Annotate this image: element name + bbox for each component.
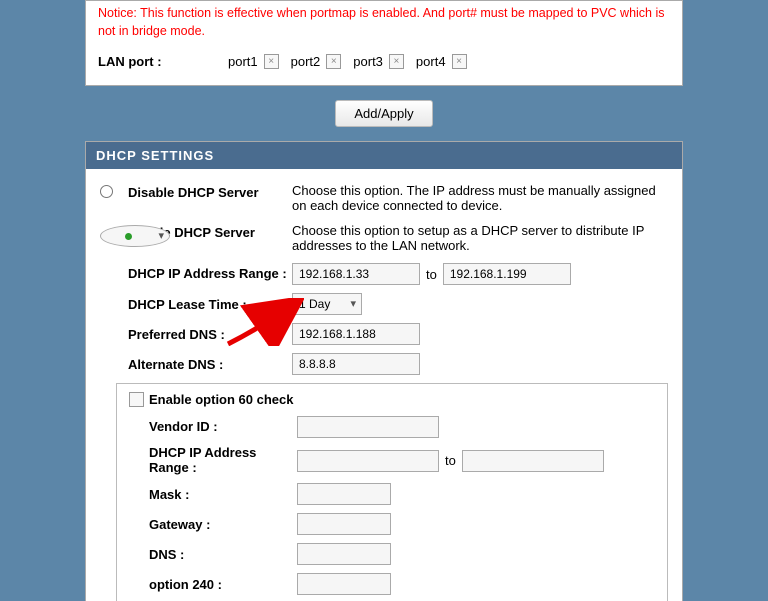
dns-label: DNS : [149, 547, 297, 563]
enable-dhcp-desc: Choose this option to setup as a DHCP se… [292, 223, 668, 253]
option240-input[interactable] [297, 573, 391, 595]
port4-label: port4 [416, 54, 446, 69]
vendor-id-label: Vendor ID : [149, 419, 297, 435]
mask-label: Mask : [149, 487, 297, 503]
add-apply-button[interactable]: Add/Apply [335, 100, 432, 127]
to-text-1: to [426, 267, 437, 282]
opt60-range-from-input[interactable] [297, 450, 439, 472]
opt60-range-label: DHCP IP Address Range : [149, 446, 297, 476]
ip-range-from-input[interactable] [292, 263, 420, 285]
ip-range-to-input[interactable] [443, 263, 571, 285]
option60-checkbox[interactable] [129, 392, 144, 407]
disable-dhcp-label: Disable DHCP Server [128, 183, 292, 200]
option60-label: Enable option 60 check [149, 392, 297, 408]
port1-label: port1 [228, 54, 258, 69]
lease-time-label: DHCP Lease Time : [128, 297, 292, 312]
disable-dhcp-desc: Choose this option. The IP address must … [292, 183, 668, 213]
preferred-dns-label: Preferred DNS : [128, 327, 292, 342]
port4-checkbox[interactable]: × [452, 54, 467, 69]
option240-label: option 240 : [149, 577, 297, 593]
alternate-dns-input[interactable] [292, 353, 420, 375]
opt60-range-to-input[interactable] [462, 450, 604, 472]
gateway-input[interactable] [297, 513, 391, 535]
lease-time-select[interactable]: 1 Day [292, 293, 362, 315]
port1-checkbox[interactable]: × [264, 54, 279, 69]
vendor-id-input[interactable] [297, 416, 439, 438]
port3-checkbox[interactable]: × [389, 54, 404, 69]
enable-dhcp-radio[interactable] [100, 225, 170, 247]
port3-label: port3 [353, 54, 383, 69]
notice-text: Notice: This function is effective when … [98, 1, 670, 50]
lan-port-label: LAN port : [98, 54, 228, 69]
dhcp-settings-header: DHCP SETTINGS [86, 142, 682, 169]
port2-checkbox[interactable]: × [326, 54, 341, 69]
alternate-dns-label: Alternate DNS : [128, 357, 292, 372]
preferred-dns-input[interactable] [292, 323, 420, 345]
mask-input[interactable] [297, 483, 391, 505]
gateway-label: Gateway : [149, 517, 297, 533]
to-text-2: to [445, 453, 456, 468]
disable-dhcp-radio[interactable] [100, 185, 113, 198]
dns-input[interactable] [297, 543, 391, 565]
port2-label: port2 [291, 54, 321, 69]
ip-range-label: DHCP IP Address Range : [128, 267, 292, 282]
